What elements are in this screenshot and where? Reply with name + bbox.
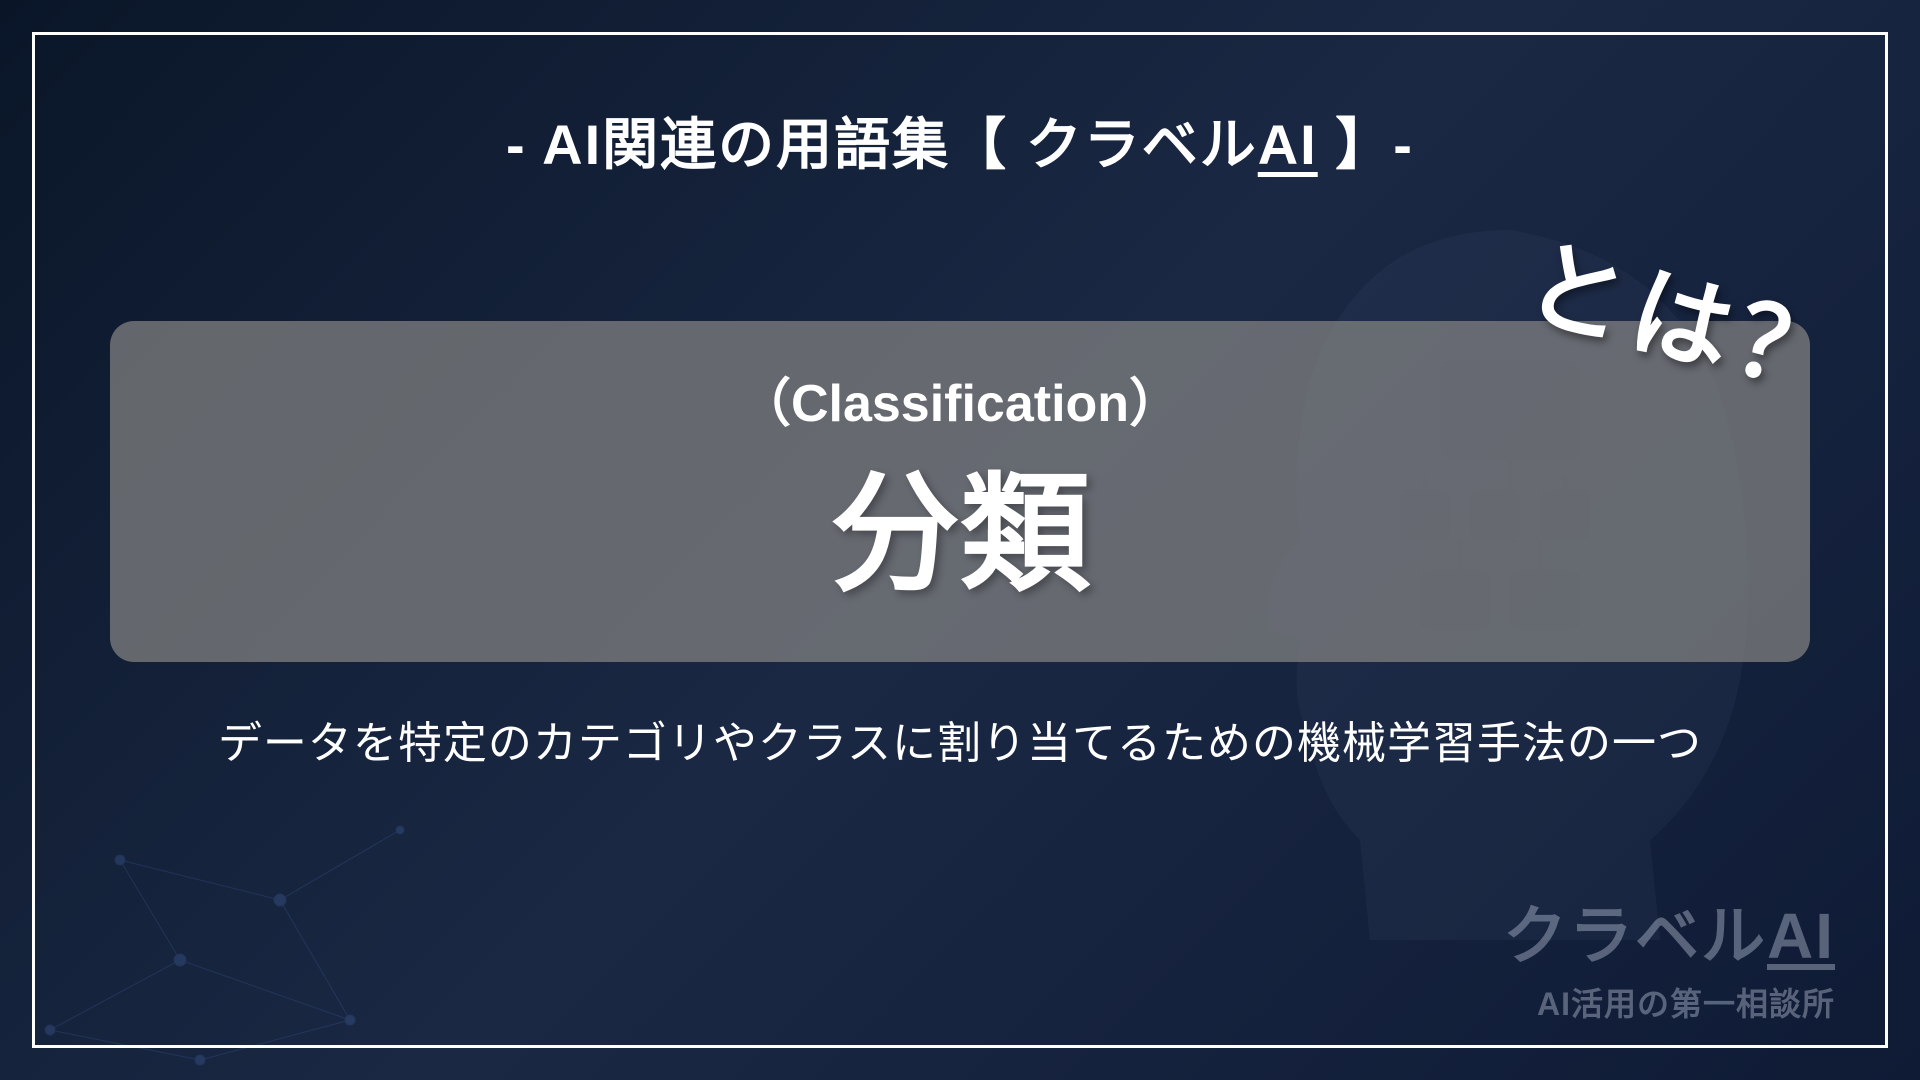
page-title: - AI関連の用語集【 クラベルAI 】- (100, 100, 1820, 181)
term-japanese: 分類 (170, 456, 1750, 612)
term-description: データを特定のカテゴリやクラスに割り当てるための機械学習手法の一つ (100, 707, 1820, 771)
term-english: （Classification） (170, 361, 1750, 436)
term-card: とは？ （Classification） 分類 (110, 321, 1810, 662)
